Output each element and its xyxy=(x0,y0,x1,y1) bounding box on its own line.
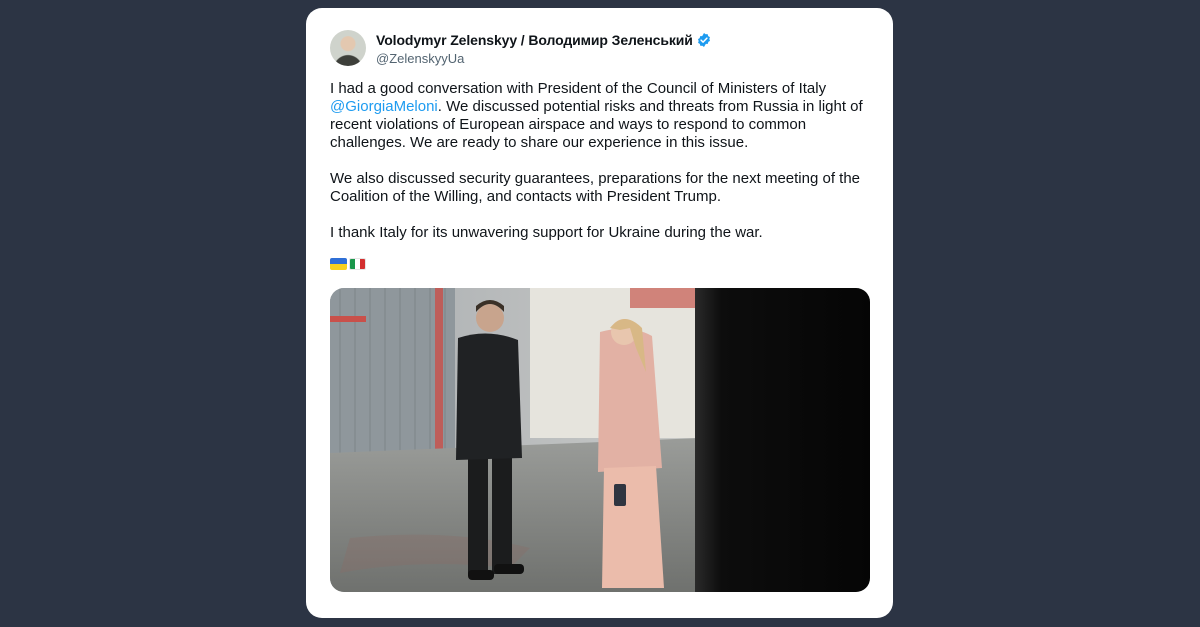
author-avatar[interactable] xyxy=(330,30,366,66)
tweet-photo[interactable] xyxy=(330,288,870,592)
flag-emojis xyxy=(330,258,366,270)
tweet-text: I had a good conversation with President… xyxy=(330,80,866,242)
tweet-paragraph-2: We also discussed security guarantees, p… xyxy=(330,170,861,205)
tweet-card: Volodymyr Zelenskyy / Володимир Зеленськ… xyxy=(306,8,893,618)
tweet-paragraph-3: I thank Italy for its unwavering support… xyxy=(330,224,763,241)
paragraph-1-start: I had a good conversation with President… xyxy=(330,80,827,97)
tweet-header: Volodymyr Zelenskyy / Володимир Зеленськ… xyxy=(330,30,870,68)
author-name[interactable]: Volodymyr Zelenskyy / Володимир Зеленськ… xyxy=(376,32,693,48)
author-name-row: Volodymyr Zelenskyy / Володимир Зеленськ… xyxy=(376,32,712,48)
tweet-paragraph-1: I had a good conversation with President… xyxy=(330,80,866,152)
photo-illustration xyxy=(330,288,870,592)
italy-flag-icon xyxy=(349,258,366,270)
ukraine-flag-icon xyxy=(330,258,347,270)
author-handle[interactable]: @ZelenskyyUa xyxy=(376,51,464,66)
verified-badge-icon xyxy=(696,32,712,48)
mention-link[interactable]: @GiorgiaMeloni xyxy=(330,98,438,115)
